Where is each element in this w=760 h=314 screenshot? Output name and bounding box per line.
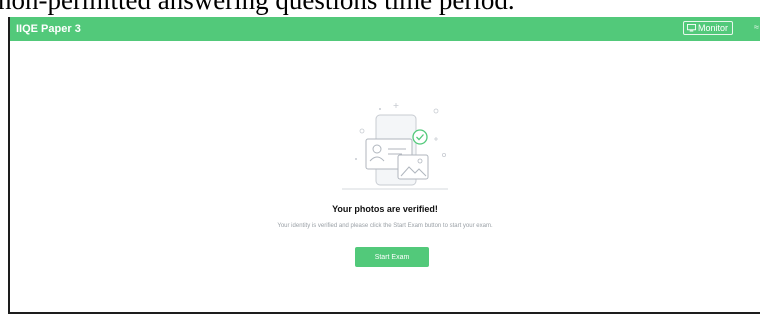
start-exam-button[interactable]: Start Exam [355,247,429,267]
verified-heading: Your photos are verified! [332,204,438,214]
top-bar: IIQE Paper 3 Monitor ≈ [10,17,760,41]
monitor-button[interactable]: Monitor [683,21,734,35]
wifi-icon: ≈ [754,22,759,32]
verified-subtext: Your identity is verified and please cli… [277,223,493,229]
id-photo-verified-illustration [342,103,448,190]
monitor-icon [687,24,696,32]
exam-window: IIQE Paper 3 Monitor ≈ Your photos are v… [8,17,760,314]
app-title: IIQE Paper 3 [16,23,81,35]
monitor-label: Monitor [698,23,729,33]
